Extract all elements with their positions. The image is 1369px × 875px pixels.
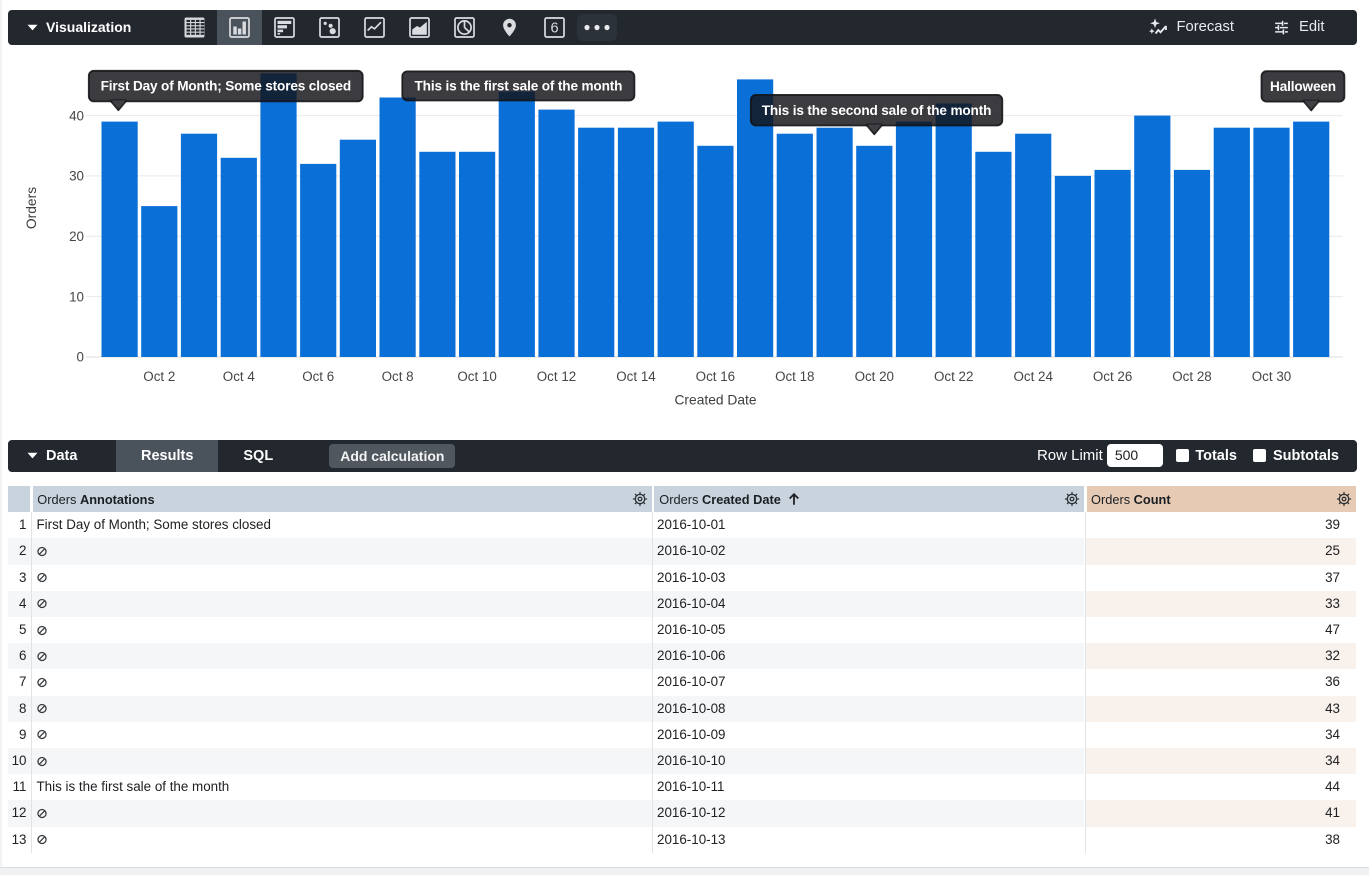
svg-text:Oct 30: Oct 30	[1252, 369, 1291, 384]
svg-text:Oct 20: Oct 20	[855, 369, 894, 384]
svg-text:Oct 26: Oct 26	[1093, 369, 1132, 384]
svg-text:Oct 12: Oct 12	[537, 369, 576, 384]
svg-text:Oct 14: Oct 14	[616, 369, 656, 384]
svg-text:0: 0	[77, 350, 84, 365]
svg-text:First Day of Month; Some store: First Day of Month; Some stores closed	[101, 79, 351, 94]
svg-text:Oct 6: Oct 6	[302, 369, 334, 384]
svg-text:Oct 2: Oct 2	[143, 369, 175, 384]
svg-text:20: 20	[69, 229, 84, 244]
svg-text:Oct 28: Oct 28	[1172, 369, 1211, 384]
svg-text:Oct 18: Oct 18	[775, 369, 814, 384]
svg-text:Orders: Orders	[24, 187, 39, 229]
svg-text:Oct 22: Oct 22	[934, 369, 973, 384]
svg-text:Oct 8: Oct 8	[382, 369, 414, 384]
svg-text:30: 30	[69, 169, 84, 184]
svg-text:Halloween: Halloween	[1270, 79, 1336, 94]
svg-text:This is the first sale of the: This is the first sale of the month	[415, 79, 623, 94]
svg-text:Oct 4: Oct 4	[223, 369, 256, 384]
svg-text:Oct 24: Oct 24	[1013, 369, 1053, 384]
svg-text:Oct 10: Oct 10	[457, 369, 496, 384]
svg-text:40: 40	[69, 108, 84, 123]
svg-text:Created Date: Created Date	[674, 393, 756, 408]
svg-text:This is the second sale of the: This is the second sale of the month	[762, 103, 992, 118]
svg-text:10: 10	[69, 289, 84, 304]
svg-text:Oct 16: Oct 16	[696, 369, 735, 384]
